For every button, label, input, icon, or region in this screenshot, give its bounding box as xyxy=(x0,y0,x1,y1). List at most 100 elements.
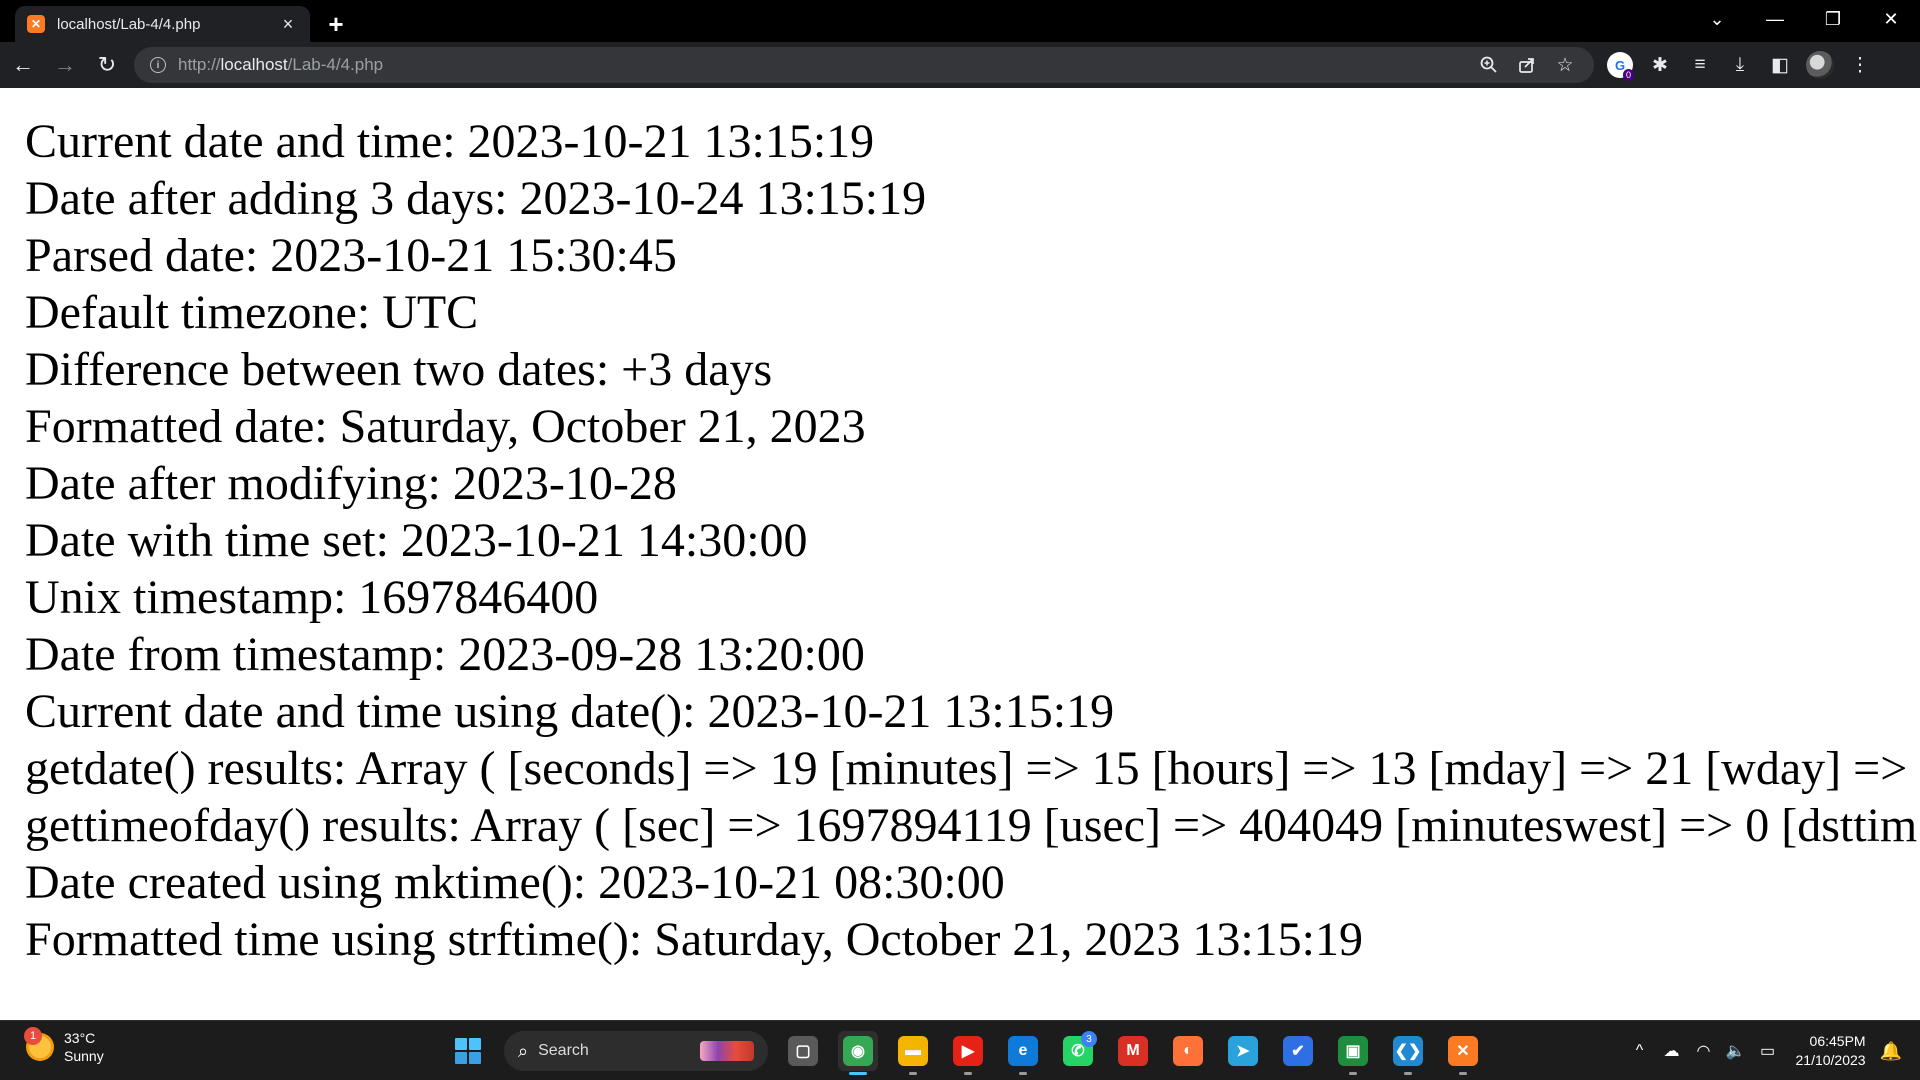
minimize-button[interactable]: — xyxy=(1746,0,1804,38)
gmail-icon[interactable]: M xyxy=(1113,1031,1153,1071)
telegram-icon[interactable]: ➤ xyxy=(1223,1031,1263,1071)
taskbar-apps: ⌕ Search ▢ ◉ ▬ ▶ e ✆ 3 M ◐ ➤ ✔ ▣ ❮❯ ✕ xyxy=(446,1029,1483,1075)
volume-icon[interactable]: 🔈 xyxy=(1722,1037,1750,1065)
tab-search-chevron-icon[interactable]: ⌄ xyxy=(1688,0,1746,38)
weather-temp: 33°C xyxy=(64,1030,96,1046)
task-view-icon[interactable]: ▢ xyxy=(783,1031,823,1071)
weather-condition: Sunny xyxy=(64,1048,104,1064)
youtube-glyph: ▶ xyxy=(953,1036,983,1066)
output-line: Current date and time using date(): 2023… xyxy=(25,685,1115,738)
restore-button[interactable]: ❐ xyxy=(1804,0,1862,38)
chrome-glyph: ◉ xyxy=(843,1036,873,1066)
clock[interactable]: 06:45PM 21/10/2023 xyxy=(1796,1032,1866,1070)
output-line: Date after adding 3 days: 2023-10-24 13:… xyxy=(25,172,927,225)
tab-close-icon[interactable]: × xyxy=(278,14,298,34)
search-icon: ⌕ xyxy=(518,1040,529,1061)
clock-time: 06:45PM xyxy=(1809,1033,1866,1049)
output-line: Default timezone: UTC xyxy=(25,286,479,339)
wifi-icon[interactable]: ◠ xyxy=(1690,1037,1718,1065)
output-line: Unix timestamp: 1697846400 xyxy=(25,571,599,624)
profile-avatar[interactable] xyxy=(1800,46,1840,84)
whatsapp-icon[interactable]: ✆ 3 xyxy=(1058,1031,1098,1071)
sun-icon: 1 xyxy=(24,1027,54,1061)
extensions-area: G 0 ✱ ≡ ⤓ ◧ ⋮ xyxy=(1600,46,1880,84)
classroom-glyph: ▣ xyxy=(1338,1036,1368,1066)
side-panel-icon[interactable]: ◧ xyxy=(1760,46,1800,84)
app-badge: 3 xyxy=(1081,1031,1097,1047)
edge-glyph: e xyxy=(1008,1036,1038,1066)
extension-badge: 0 xyxy=(1622,69,1634,81)
youtube-icon[interactable]: ▶ xyxy=(948,1031,988,1075)
address-bar[interactable]: i http://localhost/Lab-4/4.php ☆ xyxy=(134,47,1594,83)
gmail-glyph: M xyxy=(1118,1036,1148,1066)
media-queue-icon[interactable]: ≡ xyxy=(1680,46,1720,84)
firefox-icon[interactable]: ◐ xyxy=(1168,1031,1208,1071)
url-host: localhost xyxy=(220,55,288,74)
telegram-glyph: ➤ xyxy=(1228,1036,1258,1066)
task-view-glyph: ▢ xyxy=(788,1036,818,1066)
output-line: gettimeofday() results: Array ( [sec] =>… xyxy=(25,799,1918,852)
edge-icon[interactable]: e xyxy=(1003,1031,1043,1075)
site-info-icon[interactable]: i xyxy=(150,57,166,73)
xampp-icon[interactable]: ✕ xyxy=(1443,1031,1483,1075)
taskbar-search[interactable]: ⌕ Search xyxy=(504,1031,768,1071)
url-scheme: http:// xyxy=(178,55,221,74)
output-line: Difference between two dates: +3 days xyxy=(25,343,773,396)
menu-kebab-icon[interactable]: ⋮ xyxy=(1840,46,1880,84)
reload-button[interactable]: ↻ xyxy=(88,46,126,84)
weather-text: 33°C Sunny xyxy=(64,1029,104,1065)
notification-bell-icon[interactable]: 🔔 xyxy=(1880,1041,1902,1062)
file-explorer-glyph: ▬ xyxy=(898,1036,928,1066)
output-line: Parsed date: 2023-10-21 15:30:45 xyxy=(25,229,677,282)
browser-tab[interactable]: ✕ localhost/Lab-4/4.php × xyxy=(15,6,310,42)
avatar xyxy=(1806,51,1834,79)
system-tray: ^ ☁ ◠ 🔈 ▭ 06:45PM 21/10/2023 🔔 xyxy=(1622,1021,1920,1080)
vscode-glyph: ❮❯ xyxy=(1393,1036,1423,1066)
browser-toolbar: ← → ↻ i http://localhost/Lab-4/4.php ☆ G… xyxy=(0,42,1920,88)
todo-glyph: ✔ xyxy=(1283,1036,1313,1066)
classroom-icon[interactable]: ▣ xyxy=(1333,1031,1373,1075)
window-controls: ⌄ — ❐ ✕ xyxy=(1688,0,1920,38)
new-tab-button[interactable]: + xyxy=(318,6,354,42)
bookmark-star-icon[interactable]: ☆ xyxy=(1546,47,1584,83)
browser-tabstrip: ✕ localhost/Lab-4/4.php × + ⌄ — ❐ ✕ xyxy=(0,0,1920,42)
profile-extension-icon[interactable]: G 0 xyxy=(1600,46,1640,84)
puzzle-extensions-icon[interactable]: ✱ xyxy=(1640,46,1680,84)
back-button[interactable]: ← xyxy=(4,46,42,84)
url-path: /Lab-4/4.php xyxy=(287,55,384,74)
weather-badge: 1 xyxy=(24,1027,42,1045)
share-icon[interactable] xyxy=(1508,47,1546,83)
file-explorer-icon[interactable]: ▬ xyxy=(893,1031,933,1075)
onedrive-icon[interactable]: ☁ xyxy=(1658,1037,1686,1065)
url-text[interactable]: http://localhost/Lab-4/4.php xyxy=(178,55,1470,75)
battery-icon[interactable]: ▭ xyxy=(1754,1037,1782,1065)
windows-logo-icon xyxy=(455,1038,481,1064)
output-line: Date after modifying: 2023-10-28 xyxy=(25,457,677,510)
xampp-glyph: ✕ xyxy=(1448,1036,1478,1066)
weather-widget[interactable]: 1 33°C Sunny xyxy=(24,1027,104,1065)
forward-button[interactable]: → xyxy=(46,46,84,84)
tray-chevron-icon[interactable]: ^ xyxy=(1626,1037,1654,1065)
output-line: Date created using mktime(): 2023-10-21 … xyxy=(25,856,1005,909)
xampp-favicon-icon: ✕ xyxy=(27,15,45,33)
windows-taskbar: 1 33°C Sunny ⌕ Search ▢ ◉ ▬ ▶ e ✆ 3 M ◐ ➤ ✔ ▣ ❮❯ ✕ ^ … xyxy=(0,1020,1920,1080)
output-line: Date from timestamp: 2023-09-28 13:20:00 xyxy=(25,628,865,681)
output-line: Date with time set: 2023-10-21 14:30:00 xyxy=(25,514,808,567)
page-content: Current date and time: 2023-10-21 13:15:… xyxy=(0,88,1920,1020)
zoom-icon[interactable] xyxy=(1470,47,1508,83)
search-highlight-icon xyxy=(700,1041,754,1061)
output-line: Formatted time using strftime(): Saturda… xyxy=(25,913,1363,966)
output-line: getdate() results: Array ( [seconds] => … xyxy=(25,742,1908,795)
start-button[interactable] xyxy=(446,1029,490,1073)
todo-icon[interactable]: ✔ xyxy=(1278,1031,1318,1071)
chrome-icon[interactable]: ◉ xyxy=(838,1031,878,1075)
output-line: Formatted date: Saturday, October 21, 20… xyxy=(25,400,866,453)
output-line: Current date and time: 2023-10-21 13:15:… xyxy=(25,115,875,168)
clock-date: 21/10/2023 xyxy=(1795,1052,1866,1068)
download-icon[interactable]: ⤓ xyxy=(1720,46,1760,84)
pinned-apps: ▢ ◉ ▬ ▶ e ✆ 3 M ◐ ➤ ✔ ▣ ❮❯ ✕ xyxy=(768,1031,1483,1075)
search-label: Search xyxy=(538,1042,589,1059)
vscode-icon[interactable]: ❮❯ xyxy=(1388,1031,1428,1075)
close-window-button[interactable]: ✕ xyxy=(1862,0,1920,38)
firefox-glyph: ◐ xyxy=(1173,1036,1203,1066)
